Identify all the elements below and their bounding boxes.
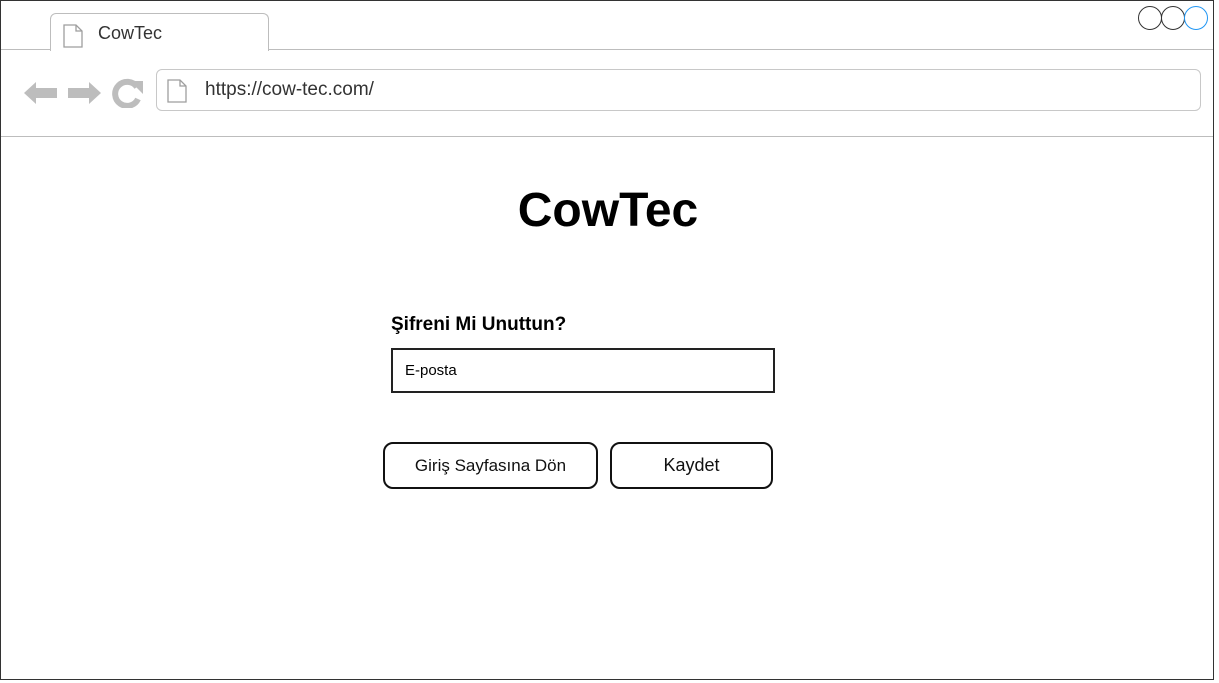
navigation-bar: https://cow-tec.com/ <box>1 50 1213 137</box>
page-title: CowTec <box>517 184 699 237</box>
save-button[interactable]: Kaydet <box>610 442 773 489</box>
tab-strip: CowTec <box>1 1 1213 51</box>
window-close-button[interactable] <box>1184 6 1208 30</box>
address-bar[interactable]: https://cow-tec.com/ <box>156 69 1201 111</box>
page-icon <box>63 24 83 53</box>
window-controls <box>1138 6 1208 30</box>
forgot-password-heading: Şifreni Mi Unuttun? <box>391 314 567 335</box>
window-maximize-button[interactable] <box>1161 6 1185 30</box>
browser-tab[interactable]: CowTec <box>50 13 269 51</box>
email-field[interactable] <box>391 348 775 393</box>
back-to-login-button[interactable]: Giriş Sayfasına Dön <box>383 442 598 489</box>
reload-icon[interactable] <box>112 78 144 113</box>
browser-window: CowTec https://cow-tec.com/ CowTec Şifre… <box>0 0 1214 680</box>
arrow-right-icon[interactable] <box>66 80 102 111</box>
window-minimize-button[interactable] <box>1138 6 1162 30</box>
url-text: https://cow-tec.com/ <box>205 79 374 100</box>
tab-title: CowTec <box>98 23 163 43</box>
page-icon <box>167 79 187 108</box>
arrow-left-icon[interactable] <box>23 80 59 111</box>
